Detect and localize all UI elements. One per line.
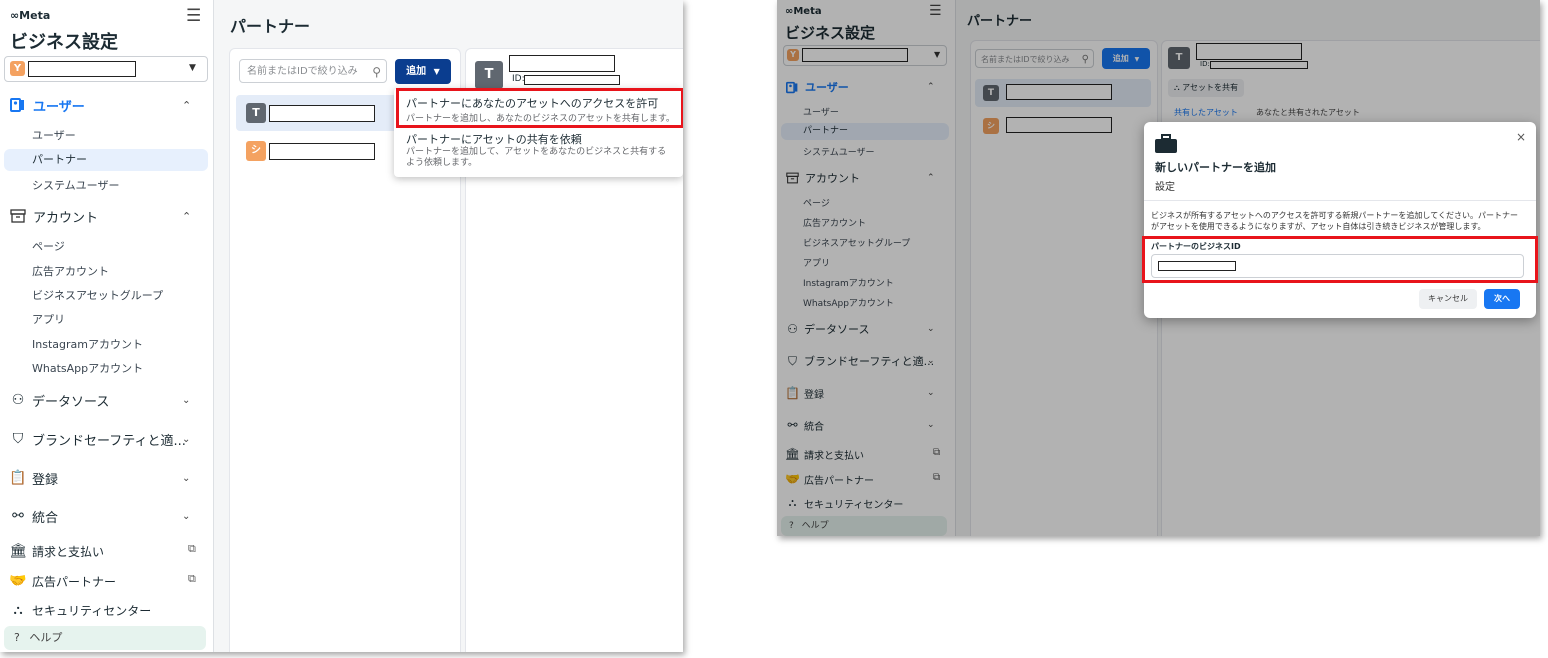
- nav-billing-label: 請求と支払い: [32, 544, 105, 559]
- external-link-icon: ⧉: [188, 572, 196, 585]
- handshake-icon: 🤝: [9, 573, 27, 589]
- help-label: ヘルプ: [29, 631, 63, 644]
- divider: [1144, 200, 1536, 201]
- app-title: ビジネス設定: [10, 32, 118, 53]
- chevron-down-icon: ⌄: [182, 510, 191, 522]
- nav-security-center-label: セキュリティセンター: [32, 603, 152, 618]
- chevron-down-icon: ⌄: [182, 472, 191, 484]
- nav-brand-safety-label: ブランドセーフティと適...: [32, 433, 186, 449]
- chevron-up-icon: ⌃: [182, 209, 192, 223]
- nav-integrations-label: 統合: [32, 510, 59, 526]
- page-title: パートナー: [230, 17, 311, 36]
- detail-avatar: T: [475, 61, 503, 89]
- redacted-detail-name: [509, 55, 615, 72]
- nav-security-center[interactable]: ⛬ セキュリティセンター: [0, 600, 213, 620]
- chevron-down-icon: ⌄: [182, 394, 191, 406]
- nav-users-label: ユーザー: [33, 99, 85, 115]
- chevron-down-icon: ⌄: [182, 433, 191, 445]
- add-button-label: 追加: [406, 66, 427, 77]
- integrations-icon: ⚯: [12, 508, 24, 524]
- redacted-partner-name: [269, 143, 375, 160]
- nav-accounts-label: アカウント: [33, 210, 99, 226]
- briefcase-icon: [1154, 134, 1178, 158]
- menu-item-request-share[interactable]: パートナーにアセットの共有を依頼 パートナーを追加して、アセットをあなたのビジネ…: [394, 131, 683, 169]
- nav-ad-partners[interactable]: 🤝 広告パートナー ⧉: [0, 570, 213, 592]
- nav-data-sources-label: データソース: [32, 394, 110, 410]
- screenshot-partner-menu: ∞Meta ☰ ビジネス設定 Y ▼ ユーザー ⌃ ユーザー パートナー システ…: [0, 0, 683, 652]
- nav-ad-partners-label: 広告パートナー: [32, 574, 117, 589]
- add-partner-dialog: × 新しいパートナーを追加 設定 ビジネスが所有するアセットへのアクセスを許可す…: [1144, 122, 1536, 318]
- nav-data-sources[interactable]: ⚇ データソース ⌄: [0, 389, 213, 411]
- highlight-box: [396, 88, 683, 128]
- shield-icon: ⛉: [12, 431, 24, 447]
- cancel-button[interactable]: キャンセル: [1419, 289, 1477, 309]
- sidebar-item-whatsapp[interactable]: WhatsAppアカウント: [32, 360, 143, 376]
- security-icon: ⛬: [13, 602, 23, 618]
- detail-id-label: ID:: [512, 74, 525, 84]
- business-avatar: Y: [10, 61, 25, 76]
- redacted-business-name: [28, 61, 136, 77]
- bank-icon: 🏛: [9, 543, 27, 559]
- search-placeholder: 名前またはIDで絞り込み: [247, 66, 358, 77]
- sidebar-item-users[interactable]: ユーザー: [32, 127, 76, 143]
- menu-item-desc: パートナーを追加して、アセットをあなたのビジネスと共有するよう依頼します。: [406, 147, 667, 168]
- close-icon[interactable]: ×: [1516, 130, 1526, 144]
- caret-down-icon: ▼: [433, 67, 440, 76]
- accounts-icon: [10, 209, 26, 223]
- meta-logo: ∞Meta: [10, 9, 51, 22]
- sidebar-item-apps[interactable]: アプリ: [32, 311, 65, 327]
- sidebar-item-business-asset-groups[interactable]: ビジネスアセットグループ: [32, 287, 163, 303]
- help-button[interactable]: ? ヘルプ: [4, 626, 206, 650]
- sidebar-item-system-users[interactable]: システムユーザー: [32, 177, 119, 193]
- dialog-title: 新しいパートナーを追加: [1155, 161, 1276, 174]
- external-link-icon: ⧉: [188, 542, 196, 555]
- nav-integrations[interactable]: ⚯ 統合 ⌄: [0, 505, 213, 527]
- search-input[interactable]: 名前またはIDで絞り込み ⚲: [239, 59, 387, 83]
- sidebar-item-instagram[interactable]: Instagramアカウント: [32, 336, 143, 352]
- chevron-up-icon: ⌃: [182, 98, 192, 112]
- redacted-detail-id: [524, 75, 620, 85]
- add-button[interactable]: 追加 ▼: [395, 59, 451, 84]
- partner-avatar: シ: [246, 141, 266, 161]
- nav-registration-label: 登録: [32, 472, 59, 488]
- dialog-subtitle: 設定: [1155, 182, 1175, 193]
- highlight-box: [1142, 236, 1538, 283]
- help-icon: ?: [14, 631, 20, 644]
- nav-registration[interactable]: 📋 登録 ⌄: [0, 467, 213, 489]
- menu-item-title: パートナーにアセットの共有を依頼: [406, 133, 582, 146]
- users-icon: [10, 97, 26, 113]
- next-button[interactable]: 次へ: [1484, 289, 1520, 309]
- sidebar-item-partners[interactable]: パートナー: [4, 149, 208, 171]
- chevron-down-icon: ▼: [189, 63, 196, 73]
- sidebar-item-pages[interactable]: ページ: [32, 238, 65, 254]
- partner-avatar: T: [246, 103, 266, 123]
- data-sources-icon: ⚇: [11, 392, 25, 408]
- sidebar: ∞Meta ☰ ビジネス設定 Y ▼ ユーザー ⌃ ユーザー パートナー システ…: [0, 0, 214, 652]
- nav-brand-safety[interactable]: ⛉ ブランドセーフティと適... ⌄: [0, 428, 213, 450]
- dialog-description: ビジネスが所有するアセットへのアクセスを許可する新規パートナーを追加してください…: [1151, 211, 1518, 231]
- screenshot-add-partner-dialog: ∞Meta ☰ ビジネス設定 Y ▼ ユーザー ⌃ ユーザー パートナー システ…: [777, 0, 1540, 536]
- nav-billing[interactable]: 🏛 請求と支払い ⧉: [0, 540, 213, 562]
- clipboard-icon: 📋: [9, 470, 27, 486]
- menu-icon[interactable]: ☰: [186, 6, 201, 26]
- business-selector[interactable]: Y ▼: [4, 56, 208, 82]
- nav-users[interactable]: ユーザー ⌃: [0, 95, 213, 115]
- sidebar-item-ad-accounts[interactable]: 広告アカウント: [32, 263, 109, 279]
- search-icon: ⚲: [372, 65, 381, 79]
- redacted-partner-name: [269, 105, 375, 122]
- nav-accounts[interactable]: アカウント ⌃: [0, 206, 213, 226]
